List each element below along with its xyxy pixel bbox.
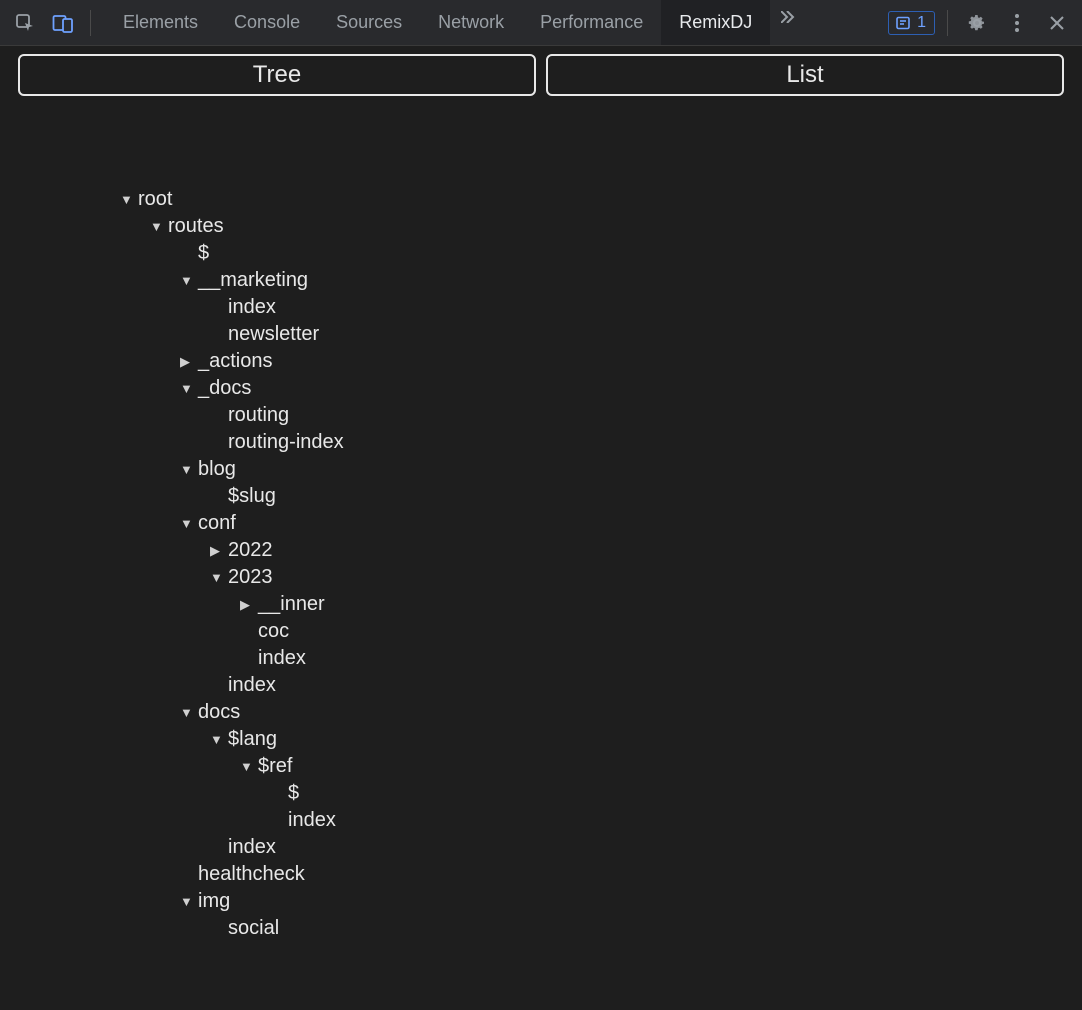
- tab-console[interactable]: Console: [216, 0, 318, 45]
- tree-node[interactable]: ▶__inner: [258, 591, 1064, 618]
- caret-down-icon[interactable]: ▼: [210, 726, 223, 753]
- caret-down-icon[interactable]: ▼: [180, 375, 193, 402]
- tree-node-label: $ref: [258, 755, 292, 777]
- tree-node-label: __marketing: [198, 269, 308, 291]
- panel-body: Tree List ▼root▼routes$▼__marketingindex…: [0, 46, 1082, 942]
- tree-node-label: conf: [198, 512, 236, 534]
- tree-node[interactable]: $: [198, 240, 1064, 267]
- kebab-menu-icon[interactable]: [1000, 6, 1034, 40]
- caret-right-icon[interactable]: ▶: [180, 348, 190, 375]
- caret-right-icon[interactable]: ▶: [210, 537, 220, 564]
- caret-down-icon[interactable]: ▼: [180, 267, 193, 294]
- tree-node-label: $: [198, 242, 209, 264]
- tree-node[interactable]: ▶_actions: [198, 348, 1064, 375]
- tree-node-label: $slug: [228, 485, 276, 507]
- tree-node[interactable]: routing: [228, 402, 1064, 429]
- tree-node[interactable]: social: [228, 915, 1064, 942]
- caret-down-icon[interactable]: ▼: [120, 186, 133, 213]
- tree-node[interactable]: $slug: [228, 483, 1064, 510]
- tree-node-label: docs: [198, 701, 240, 723]
- tree-node-label: img: [198, 890, 230, 912]
- tree-node-label: newsletter: [228, 323, 319, 345]
- tree-node-label: routes: [168, 215, 224, 237]
- tree-node-label: social: [228, 917, 279, 939]
- caret-down-icon[interactable]: ▼: [210, 564, 223, 591]
- tree-node[interactable]: index: [228, 294, 1064, 321]
- devtools-toolbar: Elements Console Sources Network Perform…: [0, 0, 1082, 46]
- tree-node-label: coc: [258, 620, 289, 642]
- tree-node[interactable]: healthcheck: [198, 861, 1064, 888]
- caret-down-icon[interactable]: ▼: [150, 213, 163, 240]
- caret-down-icon[interactable]: ▼: [240, 753, 253, 780]
- tree-node[interactable]: index: [228, 672, 1064, 699]
- tree-node[interactable]: ▼__marketingindexnewsletter: [198, 267, 1064, 348]
- tree-node[interactable]: ▼_docsroutingrouting-index: [198, 375, 1064, 456]
- tree-node[interactable]: ▼routes$▼__marketingindexnewsletter▶_act…: [168, 213, 1064, 942]
- devtools-tabs: Elements Console Sources Network Perform…: [105, 0, 810, 45]
- tree-node[interactable]: ▼docs▼$lang▼$ref$indexindex: [198, 699, 1064, 861]
- view-toggle: Tree List: [18, 54, 1064, 96]
- tree-node[interactable]: ▼2023▶__innercocindex: [228, 564, 1064, 672]
- toolbar-divider: [947, 10, 948, 36]
- tab-remixdj[interactable]: RemixDJ: [661, 0, 770, 45]
- tree-node[interactable]: ▼blog$slug: [198, 456, 1064, 510]
- tree-node-label: healthcheck: [198, 863, 305, 885]
- tree-node-label: $lang: [228, 728, 277, 750]
- tree-node-label: root: [138, 188, 172, 210]
- more-tabs-icon[interactable]: [770, 0, 810, 34]
- tree-node[interactable]: index: [288, 807, 1064, 834]
- tree-node[interactable]: ▼$ref$index: [258, 753, 1064, 834]
- route-tree: ▼root▼routes$▼__marketingindexnewsletter…: [18, 96, 1064, 942]
- toolbar-right-icons: 1: [880, 6, 1082, 40]
- tree-node-label: index: [228, 836, 276, 858]
- tree-node[interactable]: ▼$lang▼$ref$index: [228, 726, 1064, 834]
- tab-network[interactable]: Network: [420, 0, 522, 45]
- tree-node[interactable]: ▶2022: [228, 537, 1064, 564]
- tree-node-label: _actions: [198, 350, 273, 372]
- device-toolbar-icon[interactable]: [46, 6, 80, 40]
- settings-icon[interactable]: [960, 6, 994, 40]
- issues-count: 1: [917, 14, 926, 32]
- inspect-element-icon[interactable]: [8, 6, 42, 40]
- caret-down-icon[interactable]: ▼: [180, 456, 193, 483]
- tree-node[interactable]: routing-index: [228, 429, 1064, 456]
- tree-node[interactable]: index: [228, 834, 1064, 861]
- caret-down-icon[interactable]: ▼: [180, 888, 193, 915]
- caret-down-icon[interactable]: ▼: [180, 510, 193, 537]
- tree-node-label: index: [258, 647, 306, 669]
- tab-performance[interactable]: Performance: [522, 0, 661, 45]
- tab-elements[interactable]: Elements: [105, 0, 216, 45]
- tree-node-label: routing: [228, 404, 289, 426]
- close-icon[interactable]: [1040, 6, 1074, 40]
- view-list-button[interactable]: List: [546, 54, 1064, 96]
- tree-node-label: __inner: [258, 593, 325, 615]
- toolbar-divider: [90, 10, 91, 36]
- caret-right-icon[interactable]: ▶: [240, 591, 250, 618]
- tree-node[interactable]: $: [288, 780, 1064, 807]
- tree-node-label: 2022: [228, 539, 273, 561]
- tree-node[interactable]: newsletter: [228, 321, 1064, 348]
- tree-node[interactable]: coc: [258, 618, 1064, 645]
- tree-node-label: index: [228, 296, 276, 318]
- tree-node-label: index: [288, 809, 336, 831]
- toolbar-left-icons: [0, 6, 105, 40]
- tree-node-label: index: [228, 674, 276, 696]
- view-tree-button[interactable]: Tree: [18, 54, 536, 96]
- tree-node-label: routing-index: [228, 431, 344, 453]
- tree-node[interactable]: ▼conf▶2022▼2023▶__innercocindexindex: [198, 510, 1064, 699]
- tree-node-label: _docs: [198, 377, 251, 399]
- tree-node[interactable]: ▼root▼routes$▼__marketingindexnewsletter…: [138, 186, 1064, 942]
- issues-badge[interactable]: 1: [888, 11, 935, 35]
- caret-down-icon[interactable]: ▼: [180, 699, 193, 726]
- tree-node[interactable]: ▼imgsocial: [198, 888, 1064, 942]
- tree-node-label: 2023: [228, 566, 273, 588]
- tree-node-label: blog: [198, 458, 236, 480]
- tree-node[interactable]: index: [258, 645, 1064, 672]
- tree-node-label: $: [288, 782, 299, 804]
- tab-sources[interactable]: Sources: [318, 0, 420, 45]
